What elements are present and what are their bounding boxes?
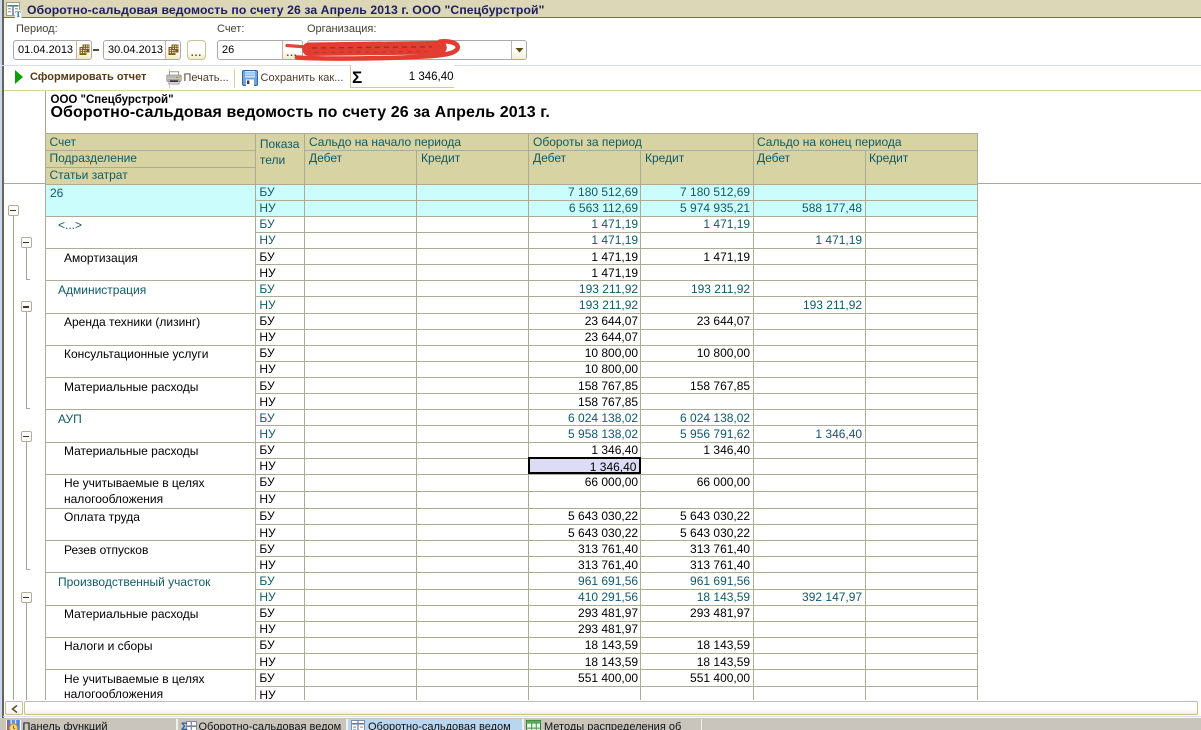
svg-text:T: T [15, 8, 21, 17]
svg-text:Σ: Σ [181, 721, 188, 730]
